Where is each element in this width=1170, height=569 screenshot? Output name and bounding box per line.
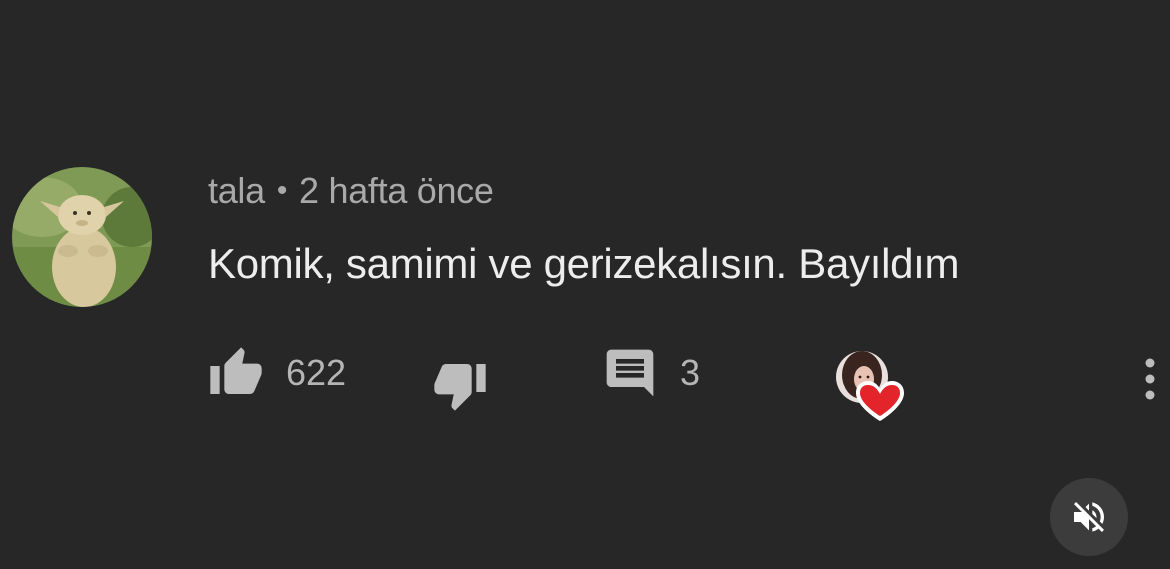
dislike-button[interactable]	[432, 357, 488, 413]
creator-heart[interactable]	[832, 347, 912, 428]
avatar[interactable]	[12, 167, 152, 307]
meta-separator: •	[276, 174, 288, 207]
comment-meta: tala • 2 hafta önce	[208, 170, 494, 212]
muted-speaker-icon	[1074, 502, 1104, 532]
comment-icon	[606, 349, 654, 397]
thumbs-up-icon	[210, 347, 262, 394]
creator-heart-icon	[836, 351, 904, 421]
comment-text: Komik, samimi ve gerizekalısın. Bayıldım	[208, 240, 960, 287]
reply-button[interactable]: 3	[602, 345, 700, 401]
like-button[interactable]: 622	[208, 345, 346, 401]
comment-time: 2 hafta önce	[299, 170, 494, 211]
more-vertical-icon	[1145, 358, 1155, 400]
more-options-button[interactable]	[1138, 353, 1162, 414]
mute-button[interactable]	[1050, 478, 1128, 556]
comment-actions: 622 3	[208, 345, 1168, 421]
author-name[interactable]: tala	[208, 170, 265, 211]
creature-avatar-image	[12, 167, 152, 307]
thumbs-down-icon	[434, 364, 486, 411]
comment: tala • 2 hafta önce Komik, samimi ve geriz…	[0, 0, 1170, 569]
reply-count: 3	[680, 352, 701, 393]
like-count: 622	[286, 352, 347, 393]
